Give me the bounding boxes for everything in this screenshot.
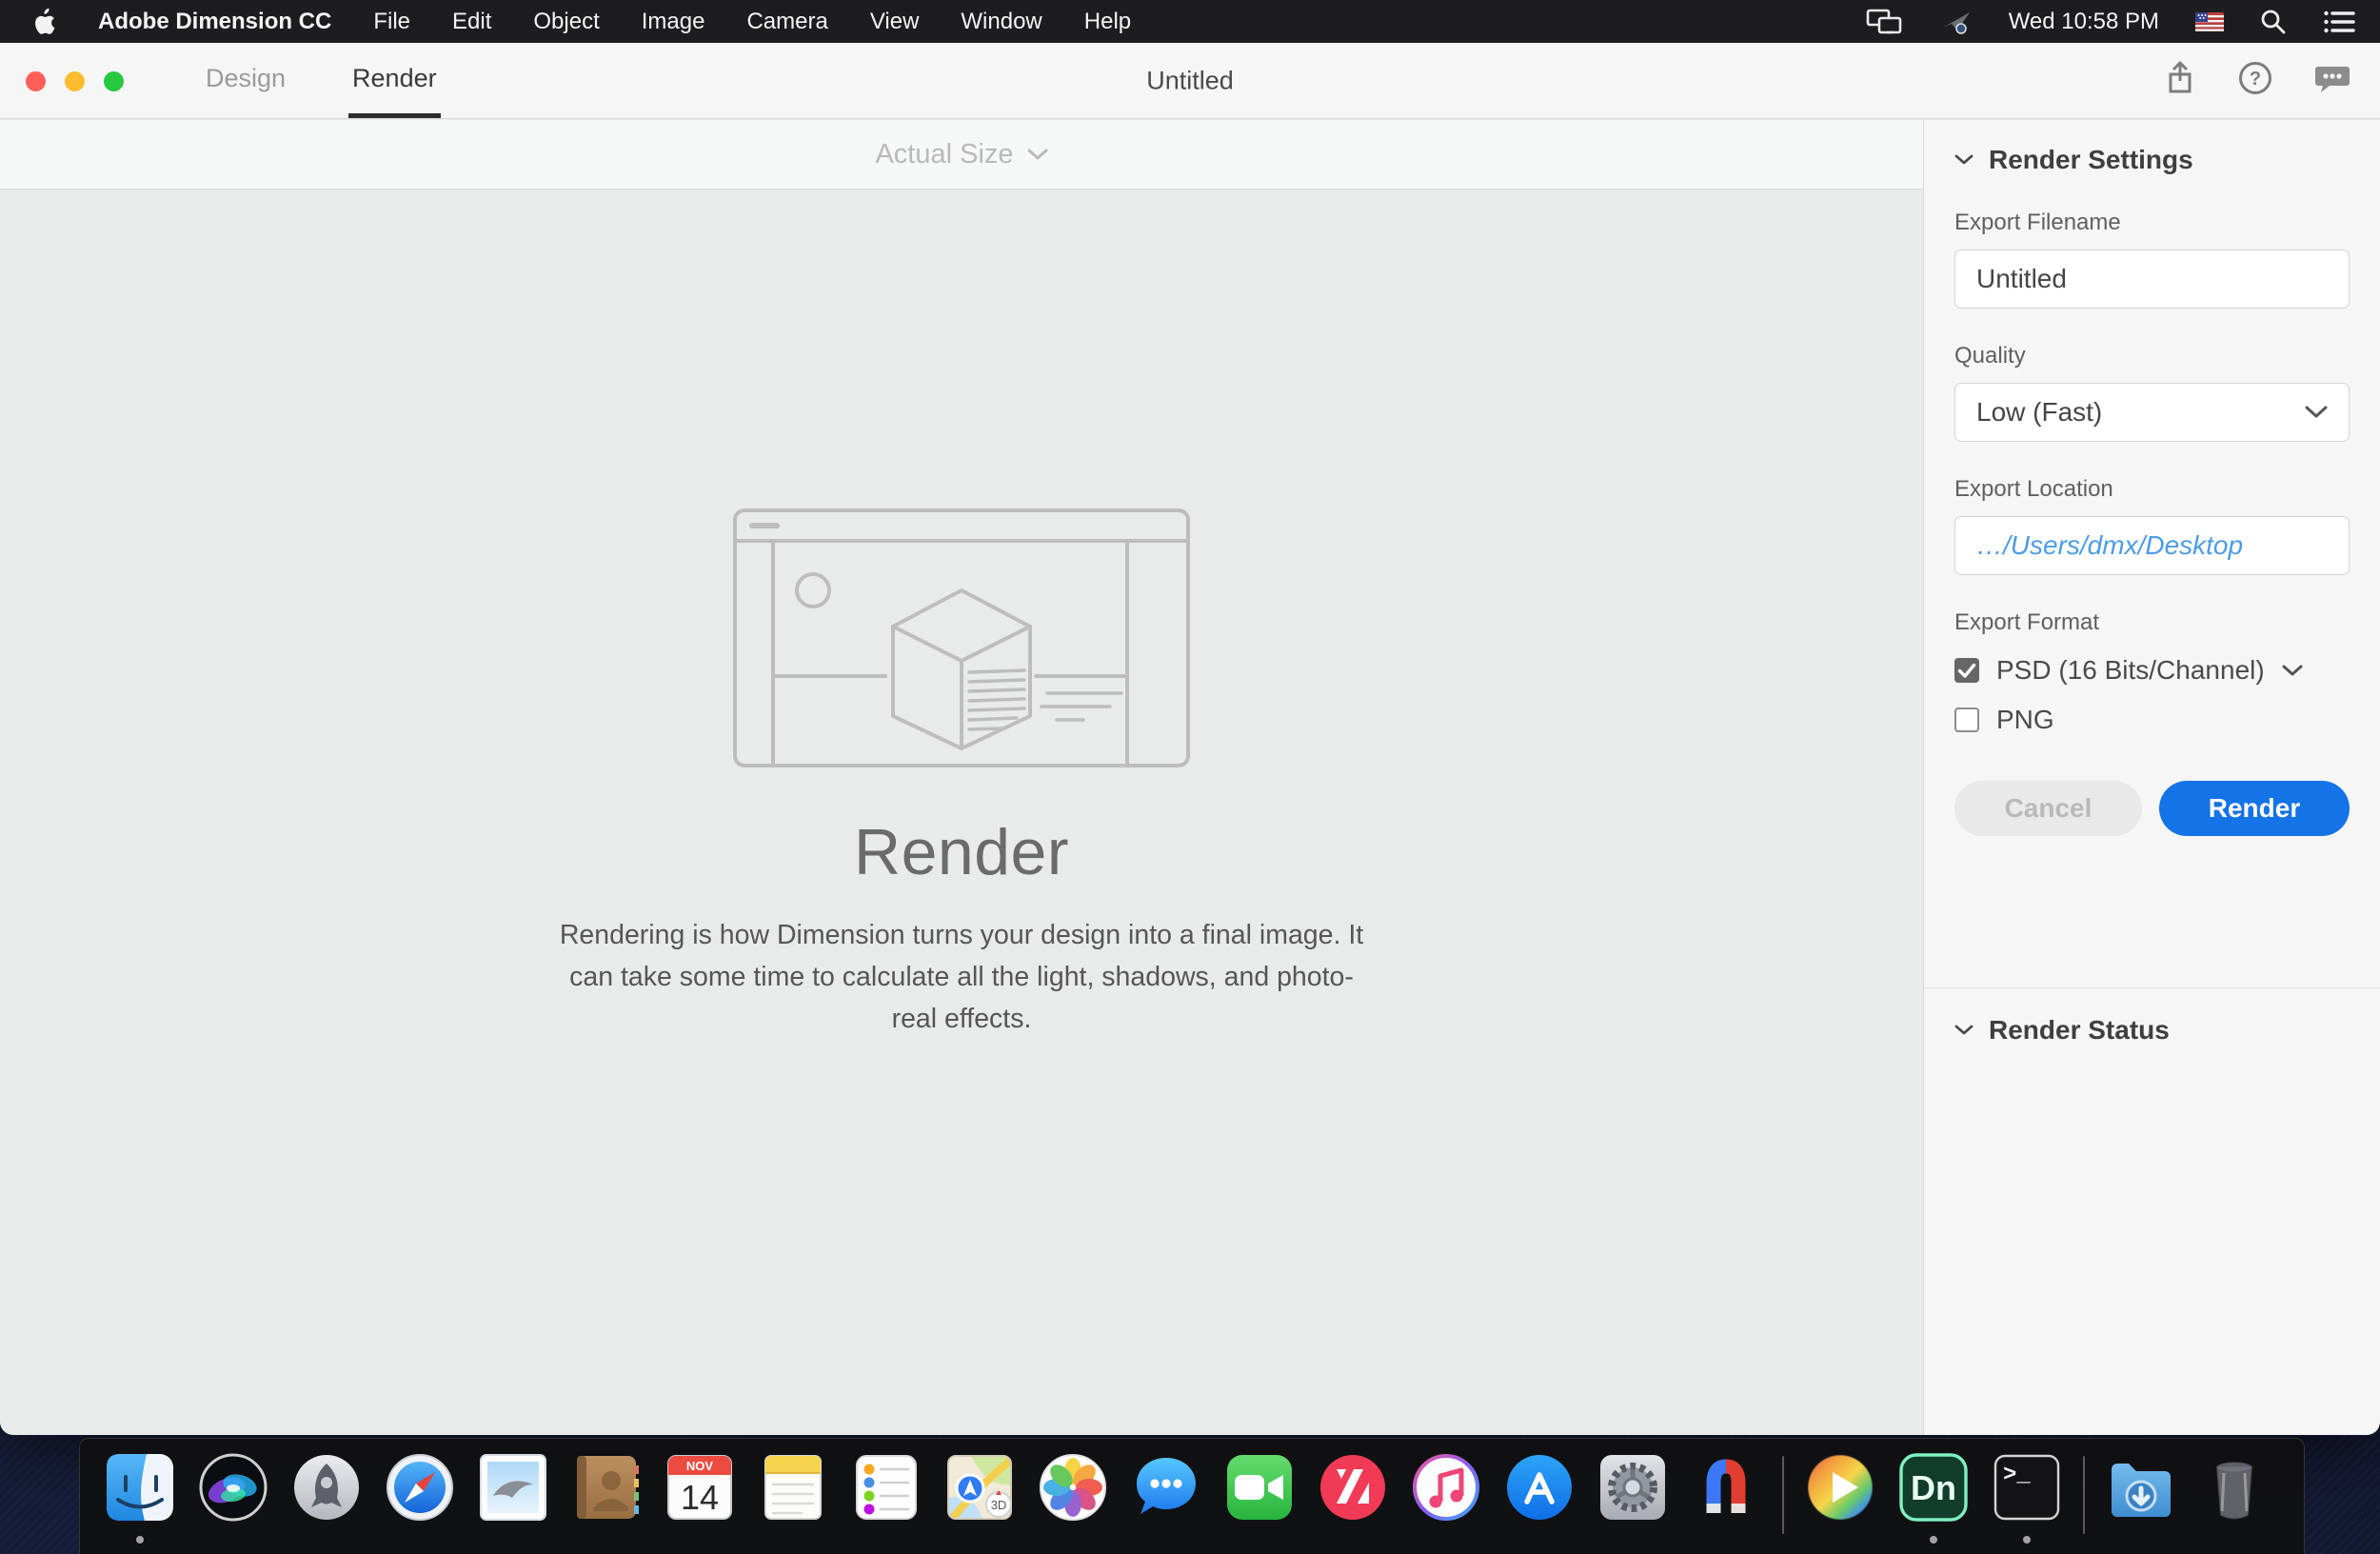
input-language-flag-icon[interactable]	[2195, 11, 2224, 31]
render-button[interactable]: Render	[2159, 781, 2350, 836]
dock-icon-adobe-dimension[interactable]: Dn	[1896, 1450, 1971, 1549]
render-status-header[interactable]: Render Status	[1954, 1015, 2350, 1046]
render-illustration	[733, 508, 1190, 767]
window-controls	[26, 71, 124, 91]
running-indicator	[1930, 1536, 1937, 1544]
chevron-down-icon[interactable]	[2282, 665, 2303, 677]
psd-checkbox[interactable]	[1954, 658, 1979, 683]
dock-icon-magnet[interactable]	[1689, 1450, 1763, 1549]
quality-label: Quality	[1954, 343, 2026, 369]
menu-window[interactable]: Window	[961, 9, 1041, 35]
menu-camera[interactable]: Camera	[746, 9, 827, 35]
tab-render[interactable]: Render	[348, 43, 441, 118]
desktop-screen: Adobe Dimension CC File Edit Object Imag…	[0, 0, 2380, 1554]
menubar-app-name[interactable]: Adobe Dimension CC	[98, 9, 331, 35]
dock-icon-app-store[interactable]	[1502, 1450, 1577, 1549]
dock-icon-finder[interactable]	[103, 1450, 177, 1549]
dock-icon-calendar[interactable]: NOV 14	[663, 1450, 737, 1549]
notification-center-icon[interactable]	[2323, 10, 2355, 34]
minimize-window-button[interactable]	[65, 71, 85, 91]
menu-object[interactable]: Object	[533, 9, 599, 35]
dock-icon-launchpad[interactable]	[289, 1450, 364, 1549]
export-format-label: Export Format	[1954, 609, 2100, 635]
render-settings-header[interactable]: Render Settings	[1954, 145, 2350, 175]
close-window-button[interactable]	[26, 71, 46, 91]
running-indicator	[136, 1536, 144, 1544]
export-filename-input[interactable]	[1954, 249, 2350, 309]
render-settings-section: Render Settings Export Filename Quality …	[1924, 120, 2380, 987]
chevron-down-icon	[1954, 154, 1973, 165]
dock-icon-maps[interactable]: 3D	[942, 1450, 1017, 1549]
png-checkbox[interactable]	[1954, 707, 1979, 732]
dock-icon-terminal[interactable]: >_	[1990, 1450, 2064, 1549]
svg-text:NOV: NOV	[686, 1459, 714, 1473]
export-location-field[interactable]: …/Users/dmx/Desktop	[1954, 516, 2350, 575]
menu-image[interactable]: Image	[642, 9, 705, 35]
zoom-window-button[interactable]	[104, 71, 124, 91]
svg-text:?: ?	[2250, 69, 2261, 90]
share-icon[interactable]	[2163, 60, 2197, 101]
chevron-down-icon	[2305, 406, 2328, 418]
format-png-row: PNG	[1954, 705, 2350, 735]
menu-help[interactable]: Help	[1084, 9, 1131, 35]
render-empty-state: Render Rendering is how Dimension turns …	[0, 189, 1923, 1435]
export-location-label: Export Location	[1954, 476, 2113, 502]
menu-file[interactable]: File	[373, 9, 410, 35]
png-label: PNG	[1996, 705, 2054, 734]
dock-icon-trash[interactable]	[2197, 1450, 2271, 1549]
menu-view[interactable]: View	[870, 9, 920, 35]
menubar-clock[interactable]: Wed 10:58 PM	[2009, 9, 2159, 35]
dock-icon-downloads[interactable]	[2104, 1450, 2178, 1549]
dock-icon-system-preferences[interactable]	[1596, 1450, 1670, 1549]
dock-icon-mail[interactable]	[476, 1450, 550, 1549]
right-panel: Render Settings Export Filename Quality …	[1923, 120, 2380, 1435]
tab-design[interactable]: Design	[202, 43, 289, 118]
dock-icon-messages[interactable]	[1129, 1450, 1203, 1549]
feedback-chat-icon[interactable]	[2313, 61, 2351, 100]
dock-divider	[1782, 1456, 1784, 1534]
svg-text:3D: 3D	[991, 1498, 1007, 1512]
dock-divider	[2083, 1456, 2085, 1534]
dock-icon-siri[interactable]	[196, 1450, 270, 1549]
dock-icon-media-player[interactable]	[1803, 1450, 1877, 1549]
document-title: Untitled	[1146, 66, 1234, 94]
apple-menu-icon[interactable]	[30, 8, 56, 36]
help-icon[interactable]: ?	[2237, 60, 2273, 101]
dock-icon-reminders[interactable]	[849, 1450, 923, 1549]
render-status-section: Render Status	[1924, 988, 2380, 1072]
format-psd-row: PSD (16 Bits/Channel)	[1954, 655, 2350, 686]
dock-icon-facetime[interactable]	[1222, 1450, 1297, 1549]
dock-icon-itunes[interactable]	[1409, 1450, 1483, 1549]
displays-icon[interactable]	[1866, 8, 1904, 36]
svg-text:>_: >_	[2003, 1463, 2031, 1488]
chevron-down-icon	[1027, 149, 1048, 159]
dock: NOV 14 3D Dn >_	[79, 1438, 2305, 1554]
dock-icon-notes[interactable]	[756, 1450, 830, 1549]
svg-text:Dn: Dn	[1911, 1468, 1956, 1507]
dock-icon-safari[interactable]	[383, 1450, 457, 1549]
svg-text:14: 14	[681, 1478, 719, 1517]
empty-state-heading: Render	[853, 816, 1070, 888]
cancel-button[interactable]: Cancel	[1954, 781, 2142, 836]
zoom-level-dropdown[interactable]: Actual Size	[875, 139, 1048, 170]
menu-edit[interactable]: Edit	[452, 9, 491, 35]
render-canvas-area: Actual Size Render Rendering is how Dime…	[0, 120, 1923, 1435]
paper-plane-icon[interactable]	[1940, 7, 1973, 37]
quality-dropdown[interactable]: Low (Fast)	[1954, 383, 2350, 442]
mode-tabs: Design Render	[202, 43, 441, 118]
psd-label: PSD (16 Bits/Channel)	[1996, 655, 2265, 685]
export-filename-label: Export Filename	[1954, 209, 2121, 235]
menu-bar: Adobe Dimension CC File Edit Object Imag…	[0, 0, 2380, 43]
app-window: Design Render Untitled ? Actual Size Ren…	[0, 43, 2380, 1435]
empty-state-description: Rendering is how Dimension turns your de…	[559, 920, 1364, 1035]
title-bar: Design Render Untitled ?	[0, 43, 2380, 119]
running-indicator	[2023, 1536, 2031, 1544]
dock-icon-news[interactable]	[1316, 1450, 1390, 1549]
dock-icon-contacts[interactable]	[569, 1450, 644, 1549]
dock-icon-photos[interactable]	[1036, 1450, 1110, 1549]
chevron-down-icon	[1954, 1025, 1973, 1035]
canvas-toolbar: Actual Size	[0, 120, 1923, 189]
spotlight-search-icon[interactable]	[2260, 9, 2287, 35]
